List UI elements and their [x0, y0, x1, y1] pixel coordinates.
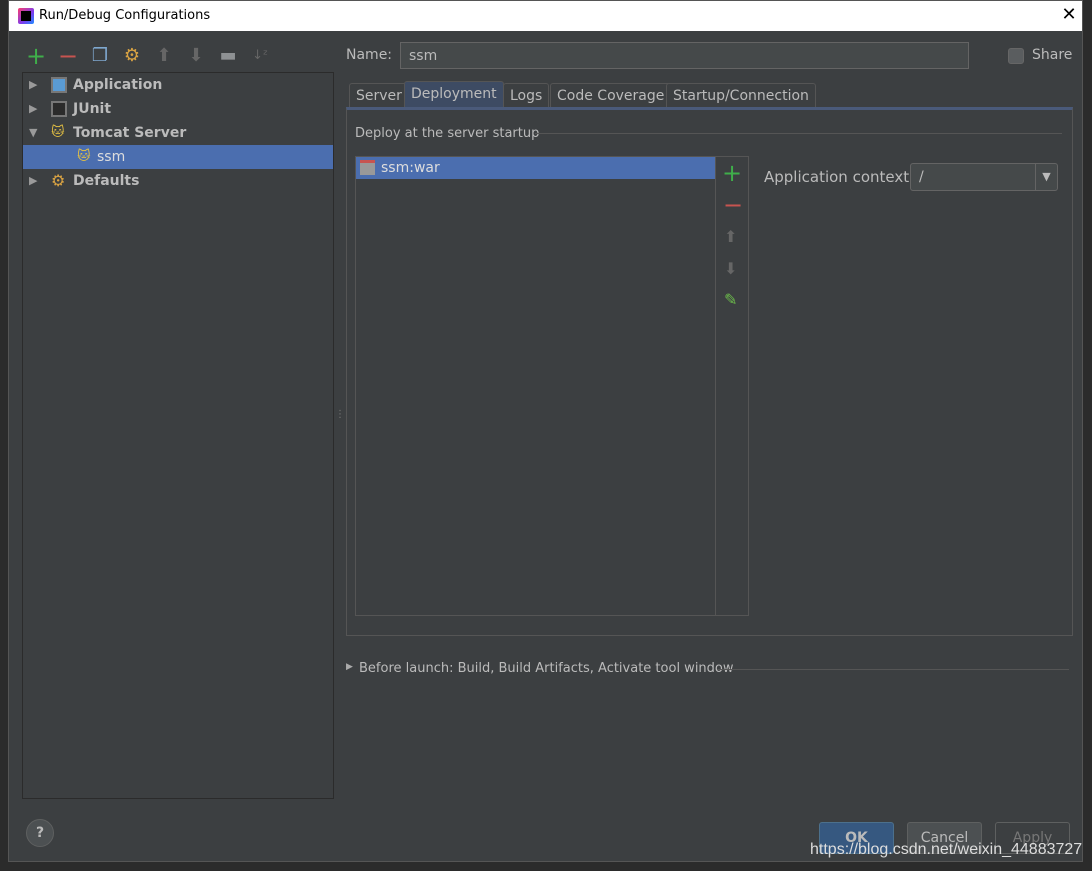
title-bar: Run/Debug Configurations ✕: [9, 1, 1082, 31]
divider: [535, 133, 1062, 134]
artifact-list[interactable]: ssm:war: [355, 156, 716, 616]
expand-arrow-icon[interactable]: ▶: [29, 73, 37, 97]
tab-code-coverage[interactable]: Code Coverage: [550, 83, 672, 108]
configuration-tree: ▶ Application ▶ JUnit ▼ 🐱 Tomcat Server …: [22, 72, 334, 799]
move-up-icon[interactable]: ⬆: [154, 46, 174, 66]
tab-label: Logs: [510, 88, 543, 104]
watermark: https://blog.csdn.net/weixin_44883727: [810, 841, 1083, 858]
tab-startup-connection[interactable]: Startup/Connection: [666, 83, 816, 108]
tab-label: Deployment: [411, 86, 497, 102]
move-down-icon[interactable]: ⬇: [186, 46, 206, 66]
expand-arrow-icon[interactable]: ▶: [29, 169, 37, 193]
tab-server[interactable]: Server: [349, 83, 409, 108]
divider: [717, 669, 1069, 670]
tomcat-icon: 🐱: [51, 125, 65, 140]
add-icon[interactable]: +: [26, 44, 46, 68]
wrench-icon: ⚙: [51, 171, 66, 190]
dropdown-arrow-icon[interactable]: ▼: [1035, 164, 1057, 190]
section-title: Deploy at the server startup: [355, 126, 540, 141]
sort-icon[interactable]: ↓ᶻ: [250, 46, 270, 66]
tab-deployment[interactable]: Deployment: [404, 81, 504, 108]
help-button[interactable]: ?: [26, 819, 54, 847]
tab-logs[interactable]: Logs: [503, 83, 550, 108]
application-icon: [51, 77, 67, 93]
expand-arrow-icon[interactable]: ▶: [346, 662, 353, 672]
tree-item-application[interactable]: ▶ Application: [23, 73, 333, 97]
tab-label: Startup/Connection: [673, 88, 809, 104]
close-icon[interactable]: ✕: [1059, 4, 1079, 25]
tree-item-defaults[interactable]: ▶ ⚙ Defaults: [23, 169, 333, 193]
folder-icon[interactable]: ▬: [218, 46, 238, 66]
tree-item-ssm[interactable]: 🐱 ssm: [23, 145, 333, 169]
application-context-label: Application context:: [764, 168, 915, 186]
tree-item-tomcat-server[interactable]: ▼ 🐱 Tomcat Server: [23, 121, 333, 145]
collapse-arrow-icon[interactable]: ▼: [29, 121, 37, 145]
splitter-handle[interactable]: ⋮: [335, 409, 345, 420]
name-input[interactable]: [400, 42, 969, 69]
move-down-icon[interactable]: ⬇: [724, 259, 737, 278]
remove-artifact-icon[interactable]: −: [723, 191, 743, 219]
window-title: Run/Debug Configurations: [39, 8, 211, 23]
artifact-item[interactable]: ssm:war: [356, 157, 715, 179]
edit-defaults-icon[interactable]: ⚙: [122, 46, 142, 66]
artifact-war-icon: [360, 160, 375, 175]
run-debug-configurations-dialog: Run/Debug Configurations ✕ + − ❐ ⚙ ⬆ ⬇ ▬…: [8, 0, 1083, 862]
junit-icon: [51, 101, 67, 117]
move-up-icon[interactable]: ⬆: [724, 227, 737, 246]
before-launch-toggle[interactable]: Before launch: Build, Build Artifacts, A…: [359, 661, 734, 676]
tree-item-junit[interactable]: ▶ JUnit: [23, 97, 333, 121]
intellij-app-icon: [18, 8, 34, 24]
add-artifact-icon[interactable]: +: [722, 159, 742, 187]
remove-icon[interactable]: −: [58, 44, 78, 68]
tab-label: Server: [356, 88, 402, 104]
context-value: /: [919, 169, 924, 185]
tab-label: Code Coverage: [557, 88, 665, 104]
name-label: Name:: [346, 47, 393, 63]
expand-arrow-icon[interactable]: ▶: [29, 97, 37, 121]
application-context-combobox[interactable]: / ▼: [910, 163, 1058, 191]
share-checkbox[interactable]: [1008, 48, 1024, 64]
artifact-toolbar: + − ⬆ ⬇ ✎: [715, 156, 749, 616]
edit-pencil-icon[interactable]: ✎: [724, 290, 737, 309]
copy-icon[interactable]: ❐: [90, 46, 110, 66]
tomcat-icon: 🐱: [77, 149, 91, 164]
share-label: Share: [1032, 47, 1073, 63]
